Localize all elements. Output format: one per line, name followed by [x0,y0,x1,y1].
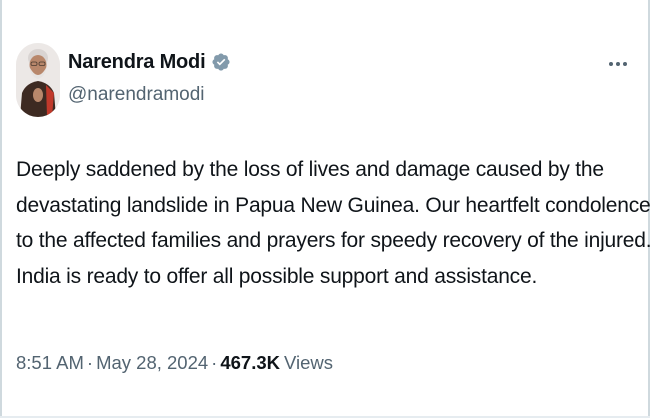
views-count[interactable]: 467.3K [220,352,280,374]
tweet-card: Narendra Modi @narendramodi Deeply sadde… [0,0,650,418]
card-border-left [0,0,2,418]
tweet-text: Deeply saddened by the loss of lives and… [16,152,650,294]
author-name-row: Narendra Modi [68,49,231,75]
more-dot-icon [623,62,627,66]
meta-separator: · [86,352,94,373]
verified-badge-icon [211,52,231,72]
avatar[interactable] [16,43,60,117]
meta-separator: · [211,352,218,373]
avatar-image [16,43,60,117]
tweet-text-line: Deeply saddened by the loss of lives and… [16,158,604,181]
tweet-text-line: to the affected families and prayers for… [16,229,650,252]
more-dot-icon [616,62,620,66]
tweet-time[interactable]: 8:51 AM [16,352,84,374]
views-label: Views [284,352,334,373]
tweet-date[interactable]: May 28, 2024 [96,352,208,374]
more-dot-icon [609,62,613,66]
author-name[interactable]: Narendra Modi [68,51,206,74]
tweet-text-line: India is ready to offer all possible sup… [16,264,538,288]
author-handle[interactable]: @narendramodi [68,84,205,106]
tweet-meta: 8:51 AM · May 28, 2024 · 467.3K Views [16,352,333,374]
more-options-button[interactable] [604,56,632,72]
tweet-text-line: devastating landslide in Papua New Guine… [16,193,650,217]
